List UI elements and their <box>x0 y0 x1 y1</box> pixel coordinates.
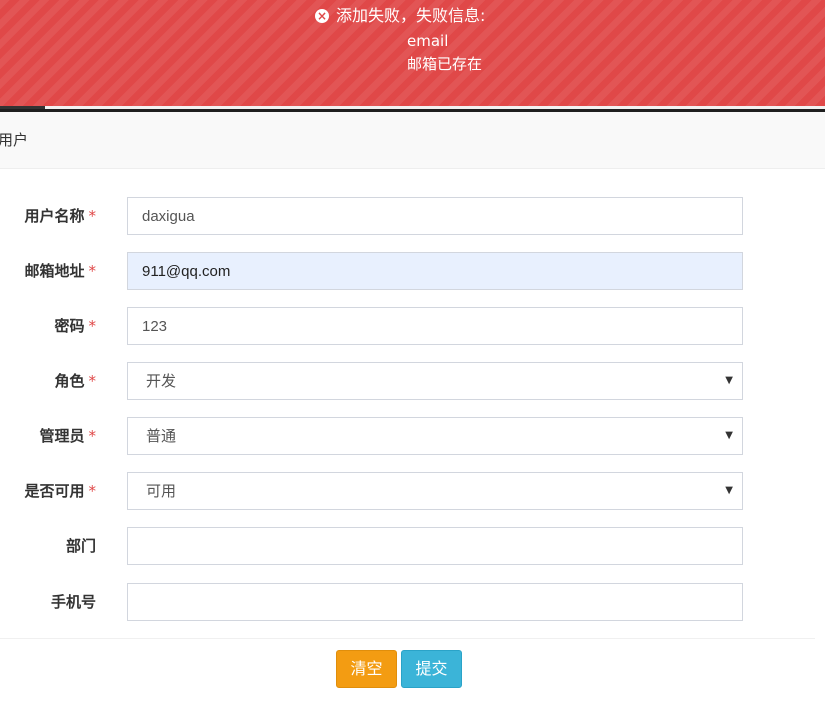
error-notification: × 添加失败，失败信息: email 邮箱已存在 <box>0 0 825 106</box>
alert-title: × 添加失败，失败信息: <box>315 5 485 27</box>
enabled-selected-value: 可用 <box>146 482 177 500</box>
email-input[interactable] <box>127 252 743 290</box>
error-circle-icon: × <box>315 9 329 23</box>
phone-input[interactable] <box>127 583 743 621</box>
phone-label: 手机号 <box>50 593 96 611</box>
username-label: 用户名称 * <box>24 207 97 225</box>
admin-label: 管理员 * <box>39 427 97 445</box>
form-row-phone: 手机号 <box>0 583 825 621</box>
notification-progress-bar <box>0 106 45 109</box>
notification-progress-track <box>45 106 825 109</box>
alert-message: 邮箱已存在 <box>407 55 483 73</box>
form-row-role: 角色 * 开发 ▼ <box>0 362 825 400</box>
alert-title-text: 添加失败，失败信息: <box>336 6 486 25</box>
enabled-select[interactable]: 可用 ▼ <box>127 472 743 510</box>
admin-selected-value: 普通 <box>146 427 177 445</box>
submit-button[interactable]: 提交 <box>401 650 462 688</box>
required-marker: * <box>88 482 97 500</box>
form-row-password: 密码 * <box>0 307 825 345</box>
required-marker: * <box>88 317 97 335</box>
form-row-enabled: 是否可用 * 可用 ▼ <box>0 472 825 510</box>
enabled-label: 是否可用 * <box>24 482 97 500</box>
dropdown-arrow-icon: ▼ <box>725 375 733 386</box>
required-marker: * <box>88 262 97 280</box>
email-label: 邮箱地址 * <box>24 262 97 280</box>
role-label: 角色 * <box>54 372 97 390</box>
password-label: 密码 * <box>54 317 97 335</box>
form-row-department: 部门 <box>0 527 825 565</box>
username-input[interactable] <box>127 197 743 235</box>
role-selected-value: 开发 <box>146 372 177 390</box>
form-row-email: 邮箱地址 * <box>0 252 825 290</box>
panel-header: 用户 <box>0 112 825 169</box>
form-row-username: 用户名称 * <box>0 197 825 235</box>
department-input[interactable] <box>127 527 743 565</box>
alert-field-name: email <box>407 32 449 50</box>
panel-title: 用户 <box>0 131 29 149</box>
required-marker: * <box>88 372 97 390</box>
department-label: 部门 <box>65 537 96 555</box>
admin-select[interactable]: 普通 ▼ <box>127 417 743 455</box>
dropdown-arrow-icon: ▼ <box>725 430 733 441</box>
required-marker: * <box>88 207 97 225</box>
dropdown-arrow-icon: ▼ <box>725 485 733 496</box>
form-footer-divider <box>0 638 815 639</box>
required-marker: * <box>88 427 97 445</box>
password-input[interactable] <box>127 307 743 345</box>
form-row-admin: 管理员 * 普通 ▼ <box>0 417 825 455</box>
clear-button[interactable]: 清空 <box>336 650 397 688</box>
role-select[interactable]: 开发 ▼ <box>127 362 743 400</box>
